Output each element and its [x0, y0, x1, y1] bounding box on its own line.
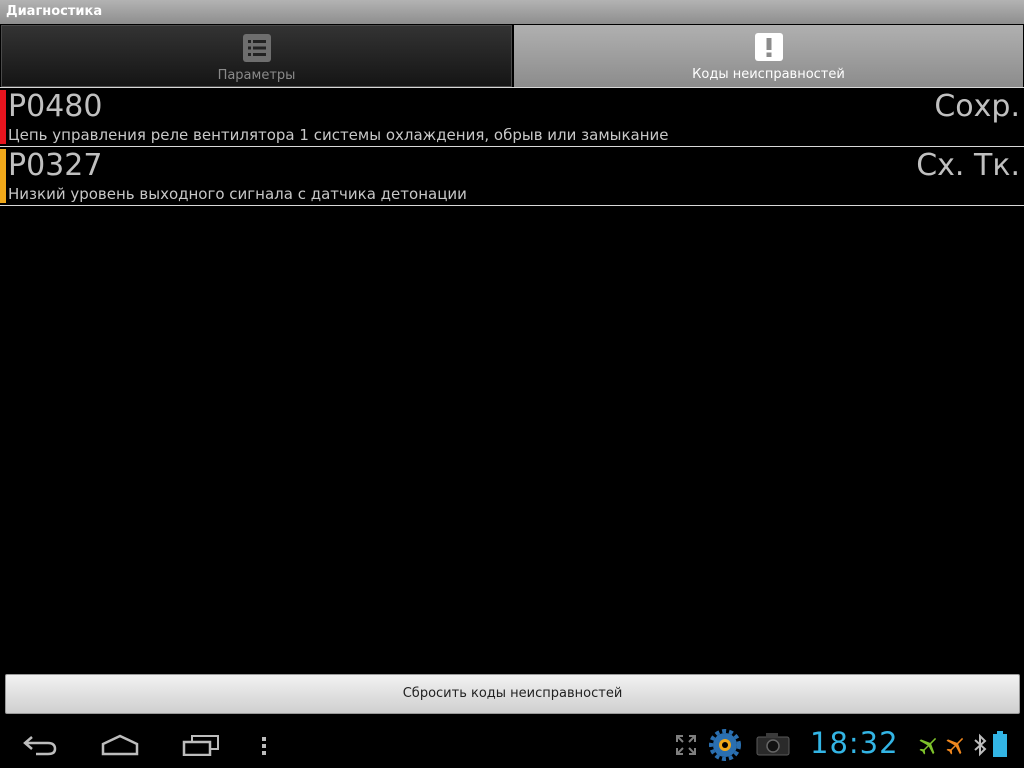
airplane-icon — [946, 737, 964, 755]
tab-fault-codes[interactable]: Коды неисправностей — [514, 25, 1023, 87]
clock: 18:32 — [810, 726, 899, 760]
tab-bar: Параметры Коды неисправностей — [0, 24, 1024, 88]
tab-fault-codes-label: Коды неисправностей — [692, 67, 845, 82]
fault-item[interactable]: P0327 Сх. Тк. Низкий уровень выходного с… — [0, 147, 1024, 205]
gear-app-icon[interactable] — [709, 729, 741, 761]
fault-status: Сх. Тк. — [916, 148, 1020, 183]
fault-description: Цепь управления реле вентилятора 1 систе… — [8, 126, 669, 144]
divider — [0, 205, 1024, 206]
bluetooth-icon — [974, 733, 987, 757]
home-icon[interactable] — [101, 734, 139, 756]
fault-status: Сохр. — [934, 89, 1020, 124]
exclamation-icon — [754, 33, 783, 61]
fullscreen-icon[interactable] — [676, 735, 696, 755]
menu-icon[interactable] — [260, 737, 268, 755]
reset-codes-button[interactable]: Сбросить коды неисправностей — [5, 674, 1020, 714]
airplane-icon — [919, 737, 937, 755]
fault-item[interactable]: P0480 Сохр. Цепь управления реле вентиля… — [0, 88, 1024, 146]
severity-indicator — [0, 90, 6, 144]
tab-parameters[interactable]: Параметры — [1, 25, 512, 87]
recent-apps-icon[interactable] — [182, 734, 220, 756]
list-icon — [242, 34, 271, 62]
camera-icon[interactable] — [756, 732, 790, 756]
fault-code: P0480 — [8, 89, 103, 124]
tab-parameters-label: Параметры — [217, 68, 296, 83]
fault-description: Низкий уровень выходного сигнала с датчи… — [8, 185, 467, 203]
fault-code: P0327 — [8, 148, 103, 183]
window-title: Диагностика — [6, 4, 103, 19]
severity-indicator — [0, 149, 6, 203]
back-icon[interactable] — [22, 734, 58, 756]
title-bar: Диагностика — [0, 0, 1024, 24]
battery-icon — [993, 731, 1007, 757]
